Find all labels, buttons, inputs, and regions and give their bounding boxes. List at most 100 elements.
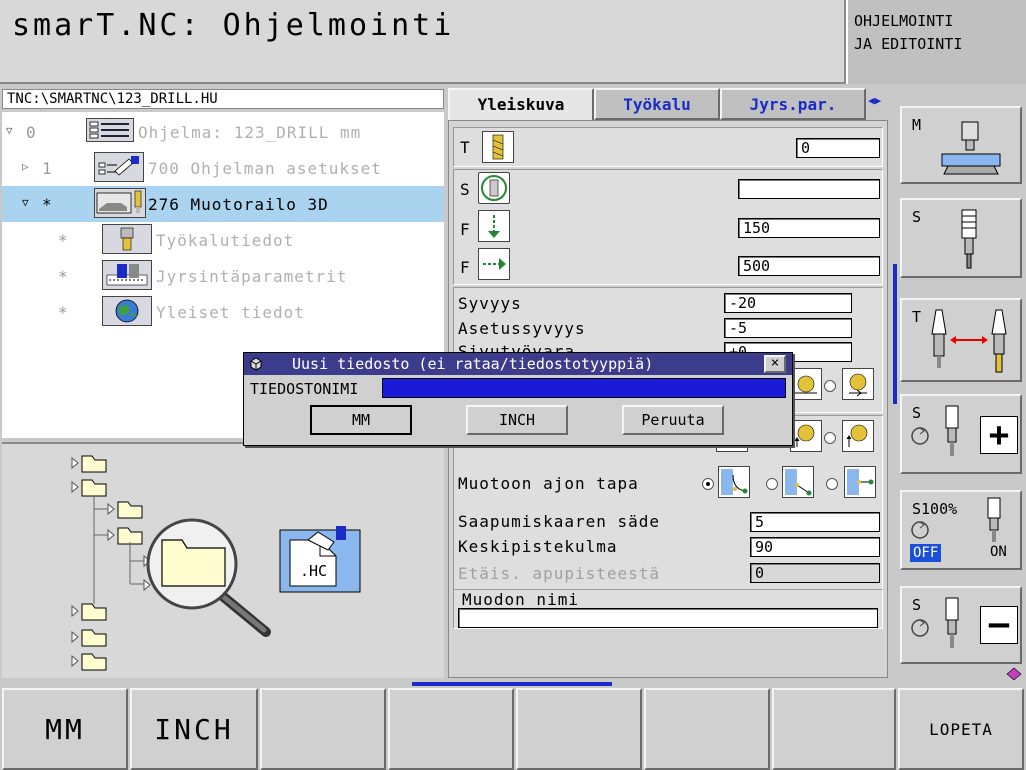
- spindle-override-minus-key[interactable]: S –: [900, 586, 1022, 664]
- tree-item-program-settings[interactable]: ▷ 1 700 Ohjelman asetukset: [2, 150, 444, 186]
- spindle-override-icon: [911, 597, 959, 648]
- spindle-100-toggle[interactable]: S100% OFF ON: [900, 490, 1022, 570]
- approach-mode-2-radio[interactable]: [766, 478, 778, 490]
- off-badge: OFF: [910, 544, 942, 562]
- contour-name-label: Muodon nimi: [462, 590, 579, 609]
- approach-mode-label: Muotoon ajon tapa: [458, 474, 639, 493]
- tool-change-key[interactable]: T: [900, 298, 1022, 382]
- softkey-mm[interactable]: MM: [2, 688, 128, 770]
- tab-scroll-icon[interactable]: ◀▶: [868, 94, 881, 107]
- milling-params-icon: [102, 260, 152, 290]
- tab-tool[interactable]: Työkalu: [594, 88, 720, 120]
- new-file-dialog: Uusi tiedosto (ei rataa/tiedostotyyppiä)…: [243, 352, 793, 446]
- direction-option-2-icon[interactable]: [790, 420, 822, 452]
- approach-mode-2-icon[interactable]: [782, 466, 814, 498]
- plunge-feed-icon[interactable]: [478, 210, 510, 242]
- spindle-key[interactable]: S: [900, 198, 1022, 278]
- softkey-inch[interactable]: INCH: [130, 688, 258, 770]
- softkey-empty-6[interactable]: [644, 688, 770, 770]
- tree-item-tool-data[interactable]: * Työkalutiedot: [2, 222, 444, 258]
- contour-train-icon: [94, 188, 146, 218]
- folder-tree-graphic: [71, 455, 361, 671]
- aux-distance-label: Etäis. apupisteestä: [458, 564, 661, 583]
- aux-distance-input: 0: [750, 563, 880, 583]
- dialog-titlebar: Uusi tiedosto (ei rataa/tiedostotyyppiä)…: [244, 353, 792, 375]
- softkey-exit[interactable]: LOPETA: [898, 688, 1024, 770]
- plunge-depth-input[interactable]: -5: [724, 318, 852, 338]
- milling-feed-icon[interactable]: [478, 248, 510, 280]
- collapse-icon[interactable]: ▽: [22, 196, 29, 209]
- plus-icon: +: [980, 416, 1018, 454]
- expand-icon[interactable]: ▷: [22, 160, 29, 173]
- dialog-cancel-button[interactable]: Peruuta: [622, 405, 724, 435]
- spindle-speed-input[interactable]: [738, 179, 880, 199]
- approach-radius-input[interactable]: 5: [750, 512, 880, 532]
- softkey-switch-icon[interactable]: [1006, 666, 1022, 681]
- machine-icon: [941, 121, 1001, 175]
- spindle-speed-icon[interactable]: [478, 172, 510, 204]
- minus-icon: –: [980, 606, 1018, 644]
- approach-radius-label: Saapumiskaaren säde: [458, 512, 661, 531]
- tree-item-global-data[interactable]: * Yleiset tiedot: [2, 294, 444, 330]
- on-label: ON: [990, 544, 1007, 560]
- filename-label: TIEDOSTONIMI: [250, 380, 359, 398]
- direction-option-3-icon[interactable]: [842, 420, 874, 452]
- milling-feed-input[interactable]: 500: [738, 256, 880, 276]
- tool-group: T 0: [453, 127, 883, 167]
- spindle-override-icon: [911, 405, 959, 456]
- direction-option-3-radio[interactable]: [824, 432, 836, 444]
- spindle-rotation-icon: [911, 521, 929, 539]
- tree-item-program[interactable]: ▽ 0 Ohjelma: 123_DRILL mm: [2, 114, 444, 150]
- program-settings-icon: [94, 152, 144, 182]
- app-title: smarT.NC: Ohjelmointi: [12, 8, 455, 43]
- approach-mode-1-radio[interactable]: [702, 478, 714, 490]
- title-bar: smarT.NC: Ohjelmointi: [0, 0, 846, 84]
- spindle-icon: [961, 209, 977, 269]
- global-data-icon: [102, 296, 152, 326]
- spindle-icon: [987, 497, 1001, 542]
- approach-mode-3-radio[interactable]: [826, 478, 838, 490]
- file-extension-label: .HC: [300, 562, 328, 580]
- approach-mode-1-icon[interactable]: [718, 466, 750, 498]
- file-path: TNC:\SMARTNC\123_DRILL.HU: [2, 89, 444, 109]
- hc-file-icon: [279, 526, 361, 593]
- vertical-scroll-indicator: [893, 264, 897, 404]
- spindle-override-plus-key[interactable]: S +: [900, 394, 1022, 474]
- center-angle-label: Keskipistekulma: [458, 537, 618, 556]
- tool-change-icon: [931, 309, 1007, 373]
- machine-mode-key[interactable]: M: [900, 106, 1022, 184]
- plunge-feed-input[interactable]: 150: [738, 218, 880, 238]
- softkey-empty-4[interactable]: [388, 688, 514, 770]
- strategy-option-1-icon[interactable]: [790, 368, 822, 400]
- operating-mode-label: OHJELMOINTI JA EDITOINTI: [854, 12, 963, 53]
- collapse-icon[interactable]: ▽: [6, 124, 13, 137]
- softkey-empty-7[interactable]: [772, 688, 896, 770]
- center-angle-input[interactable]: 90: [750, 537, 880, 557]
- file-preview-panel: .HC: [2, 442, 444, 678]
- strategy-option-2-radio[interactable]: [824, 380, 836, 392]
- depth-label: Syvyys: [458, 294, 522, 313]
- close-icon[interactable]: ×: [764, 355, 786, 373]
- tool-data-icon: [102, 224, 152, 254]
- dialog-mm-button[interactable]: MM: [310, 405, 412, 435]
- tab-bar: Yleiskuva Työkalu Jyrs.par. ◀▶: [448, 88, 888, 120]
- contour-name-input[interactable]: [458, 608, 878, 628]
- cube-icon: [250, 357, 262, 371]
- plunge-depth-label: Asetussyvyys: [458, 319, 586, 338]
- spindle-feed-group: S F 150 F 500: [453, 169, 883, 285]
- strategy-option-2-icon[interactable]: [842, 368, 874, 400]
- tool-input[interactable]: 0: [796, 138, 880, 158]
- softkey-empty-5[interactable]: [516, 688, 642, 770]
- program-icon: [86, 118, 134, 142]
- dialog-inch-button[interactable]: INCH: [466, 405, 568, 435]
- approach-mode-3-icon[interactable]: [844, 466, 876, 498]
- tree-item-contour-train[interactable]: ▽ * 276 Muotorailo 3D: [2, 186, 444, 222]
- softkey-empty-3[interactable]: [260, 688, 386, 770]
- tab-overview[interactable]: Yleiskuva: [448, 88, 594, 120]
- tool-icon[interactable]: [482, 131, 514, 163]
- filename-input[interactable]: [382, 378, 786, 398]
- depth-input[interactable]: -20: [724, 293, 852, 313]
- operating-mode: OHJELMOINTI JA EDITOINTI: [846, 0, 1026, 84]
- tab-milling-params[interactable]: Jyrs.par.: [720, 88, 866, 120]
- tree-item-milling-params[interactable]: * Jyrsintäparametrit: [2, 258, 444, 294]
